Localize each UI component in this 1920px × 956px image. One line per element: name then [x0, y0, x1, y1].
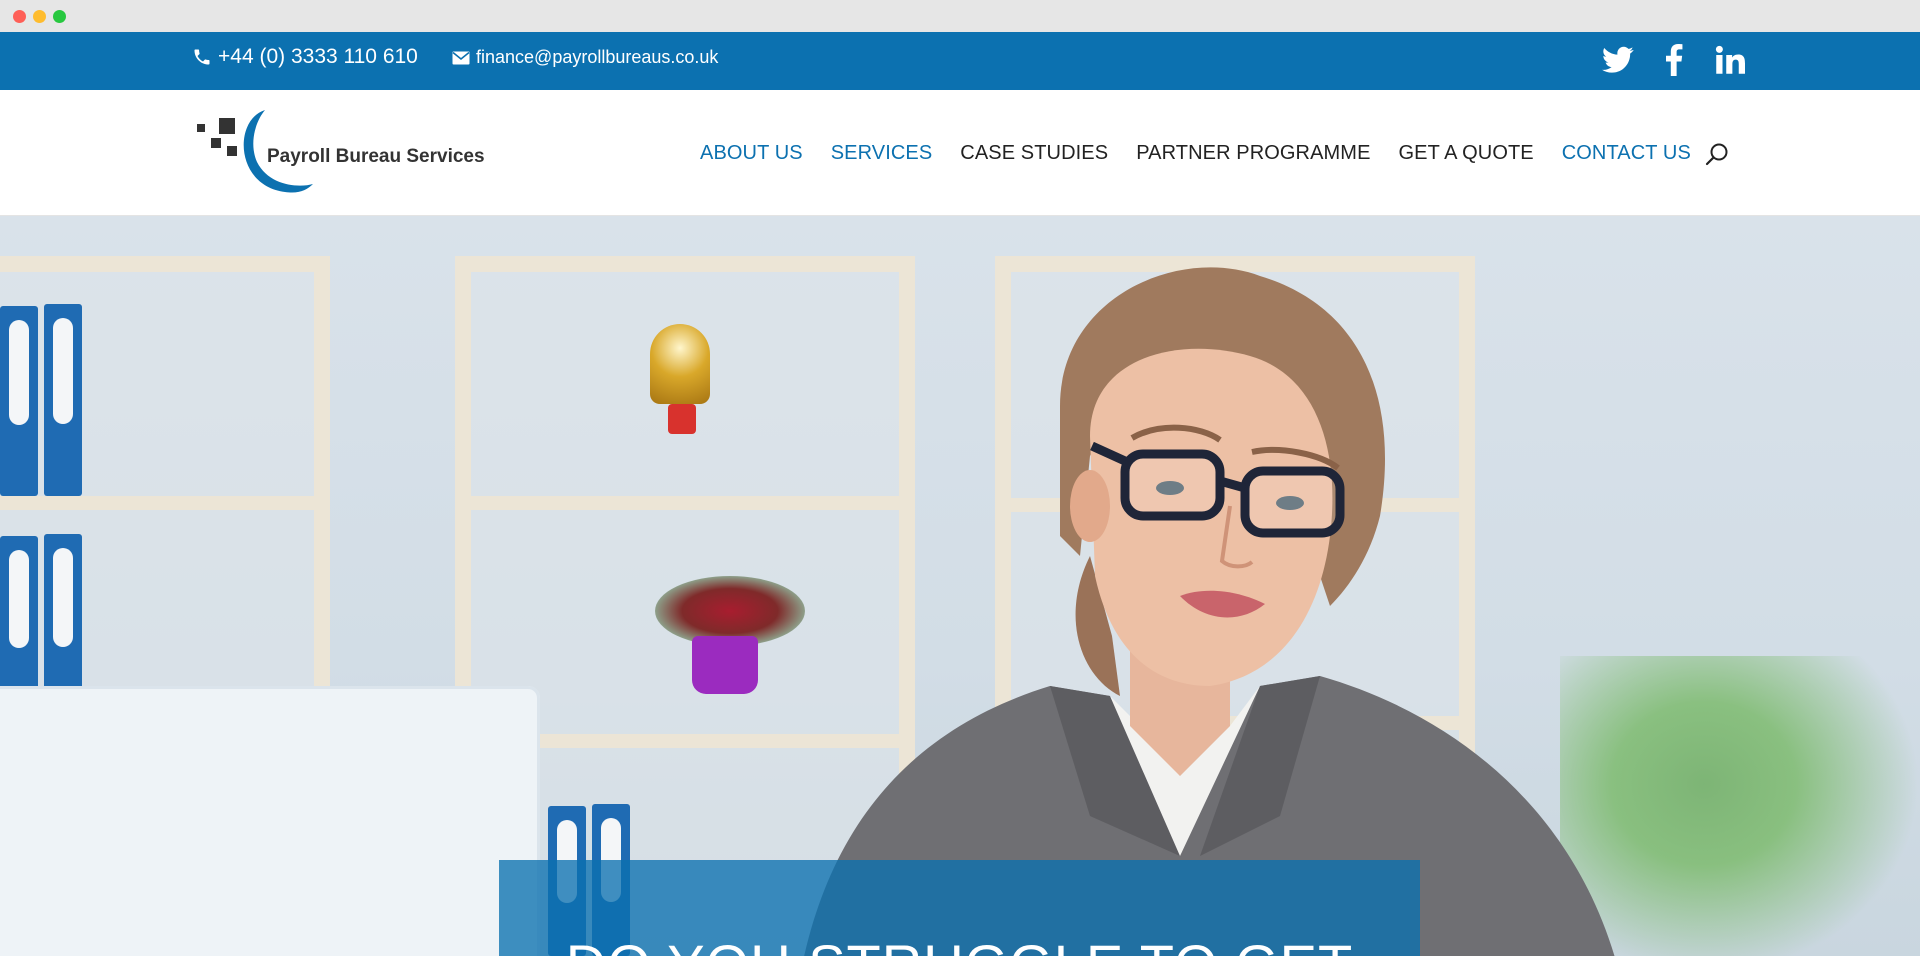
woman-photo [804, 267, 1615, 956]
nav-partner-programme[interactable]: PARTNER PROGRAMME [1136, 142, 1370, 165]
trophy-base-decoration [668, 404, 696, 434]
twitter-icon[interactable] [1600, 42, 1636, 78]
top-contact-bar: +44 (0) 3333 110 610 finance@payrollbure… [0, 32, 1920, 90]
trophy-decoration [650, 324, 710, 404]
email-link[interactable]: finance@payrollbureaus.co.uk [452, 47, 718, 68]
phone-link[interactable]: +44 (0) 3333 110 610 [192, 45, 418, 69]
hero-title: DO YOU STRUGGLE TO GET [499, 932, 1420, 956]
flower-pot-decoration [692, 636, 758, 694]
phone-number: +44 (0) 3333 110 610 [218, 45, 418, 68]
main-navigation: ABOUT US SERVICES CASE STUDIES PARTNER P… [700, 142, 1691, 165]
window-minimize-button[interactable] [33, 10, 46, 23]
nav-case-studies[interactable]: CASE STUDIES [960, 142, 1108, 165]
site-header: Payroll Bureau Services ABOUT US SERVICE… [0, 90, 1920, 216]
binder [0, 306, 38, 496]
email-address: finance@payrollbureaus.co.uk [476, 47, 719, 67]
shelf-board [0, 496, 330, 510]
logo-text: Payroll Bureau Services [267, 146, 485, 167]
facebook-icon[interactable] [1656, 42, 1692, 78]
browser-chrome [0, 0, 1920, 32]
binder [44, 304, 82, 496]
linkedin-icon[interactable] [1712, 42, 1748, 78]
nav-get-a-quote[interactable]: GET A QUOTE [1399, 142, 1534, 165]
site-logo[interactable]: Payroll Bureau Services [195, 106, 505, 198]
window-maximize-button[interactable] [53, 10, 66, 23]
envelope-icon [452, 51, 470, 64]
nav-services[interactable]: SERVICES [831, 142, 933, 165]
nav-about-us[interactable]: ABOUT US [700, 142, 803, 165]
search-icon[interactable] [1704, 142, 1730, 168]
phone-icon [194, 49, 210, 65]
window-close-button[interactable] [13, 10, 26, 23]
nav-contact-us[interactable]: CONTACT US [1562, 142, 1691, 165]
hero-banner: DO YOU STRUGGLE TO GET [0, 216, 1920, 956]
hero-headline-box: DO YOU STRUGGLE TO GET [499, 860, 1420, 956]
social-links [1600, 42, 1748, 78]
monitor-decoration [0, 686, 540, 956]
